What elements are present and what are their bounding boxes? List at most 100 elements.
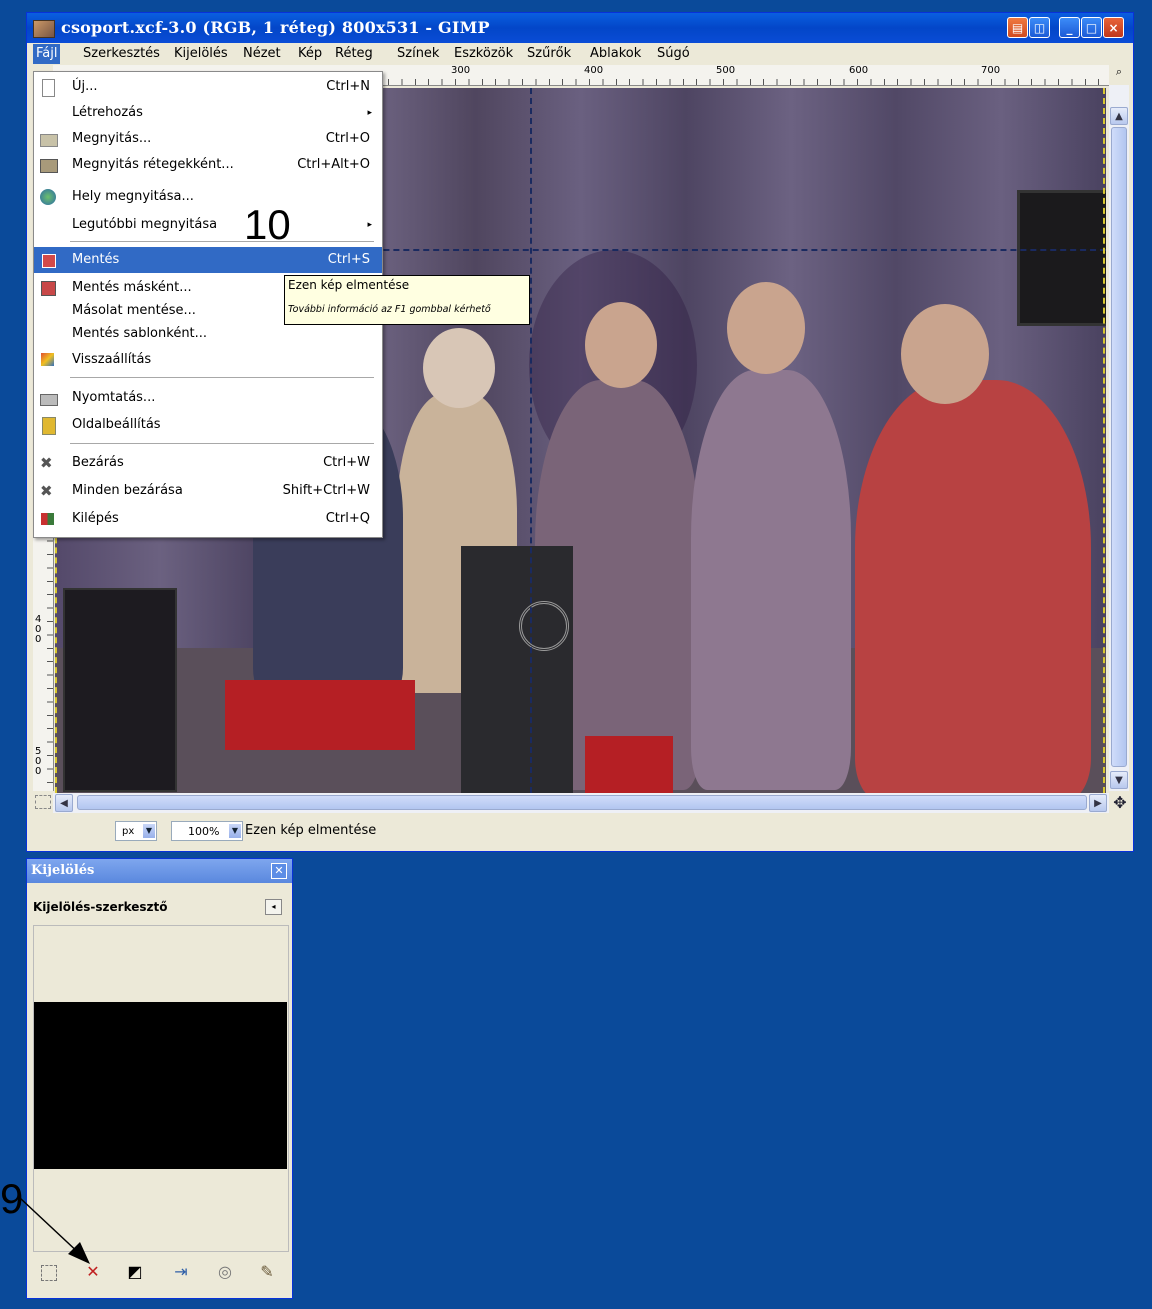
- menu-separator: [70, 377, 374, 378]
- menu-item-label: Visszaállítás: [72, 352, 152, 367]
- zoom-corner-icon[interactable]: ⌕: [1109, 65, 1129, 85]
- invert-selection-icon[interactable]: ◩: [123, 1261, 147, 1283]
- menu-item-new[interactable]: Új... Ctrl+N: [34, 74, 382, 100]
- ruler-label: 600: [849, 65, 869, 76]
- menu-item-label: Minden bezárása: [72, 483, 183, 498]
- menu-item-shortcut: Ctrl+W: [323, 455, 370, 470]
- tooltip-title: Ezen kép elmentése: [288, 278, 410, 292]
- unit-value: px: [122, 826, 135, 837]
- window-title: csoport.xcf-3.0 (RGB, 1 réteg) 800x531 -…: [61, 18, 490, 37]
- menu-filters[interactable]: Szűrők: [527, 46, 571, 61]
- close-button[interactable]: ×: [1103, 17, 1124, 38]
- menu-image[interactable]: Kép: [298, 46, 322, 61]
- minimize-button[interactable]: _: [1059, 17, 1080, 38]
- scroll-left-icon[interactable]: ◀: [55, 794, 73, 812]
- person-2-head: [585, 302, 657, 388]
- close-all-icon: ✖: [40, 482, 53, 500]
- menubar: Fájl Szerkesztés Kijelölés Nézet Kép Rét…: [27, 43, 1133, 65]
- menu-item-print[interactable]: Nyomtatás...: [34, 385, 382, 411]
- annotation-arrow: [19, 1197, 90, 1264]
- menu-item-shortcut: Shift+Ctrl+W: [282, 483, 370, 498]
- menu-item-label: Mentés sablonként...: [72, 326, 208, 341]
- menu-item-label: Új...: [72, 79, 98, 94]
- selection-to-path-icon[interactable]: ⇥: [169, 1261, 193, 1283]
- red-chair: [585, 736, 673, 793]
- menu-item-open-location[interactable]: Hely megnyitása...: [34, 184, 382, 210]
- menu-item-page-setup[interactable]: Oldalbeállítás: [34, 412, 382, 438]
- save-icon: [42, 254, 56, 268]
- page-setup-icon: [42, 417, 56, 435]
- menu-item-label: Nyomtatás...: [72, 390, 156, 405]
- menu-file[interactable]: Fájl: [33, 44, 61, 64]
- window-titlebar[interactable]: csoport.xcf-3.0 (RGB, 1 réteg) 800x531 -…: [27, 13, 1133, 43]
- status-message: Ezen kép elmentése: [245, 823, 377, 838]
- person-1-head: [423, 328, 495, 408]
- menu-item-shortcut: Ctrl+O: [325, 131, 370, 146]
- zoom-select[interactable]: 100% ▼: [171, 821, 243, 841]
- ruler-label: 500: [716, 65, 736, 76]
- menu-layer[interactable]: Réteg: [335, 46, 373, 61]
- fan-grill: [519, 601, 569, 651]
- menu-item-label: Oldalbeállítás: [72, 417, 161, 432]
- open-layers-icon: [40, 159, 58, 173]
- paint-selection-icon[interactable]: ✎: [255, 1261, 279, 1283]
- chevron-down-icon: ▼: [143, 824, 155, 838]
- dock-title: Kijelölés: [31, 863, 95, 878]
- dock-titlebar[interactable]: Kijelölés ✕: [27, 859, 292, 883]
- submenu-arrow-icon: ▸: [367, 220, 372, 230]
- quit-icon: [41, 513, 54, 525]
- scroll-right-icon[interactable]: ▶: [1089, 794, 1107, 812]
- new-file-icon: [42, 79, 55, 97]
- close-icon[interactable]: ✕: [271, 863, 287, 879]
- hscroll-thumb[interactable]: [77, 795, 1087, 810]
- submenu-arrow-icon: ▸: [367, 108, 372, 118]
- menu-item-close[interactable]: ✖ Bezárás Ctrl+W: [34, 450, 382, 476]
- horizontal-scrollbar[interactable]: ◀ ▶: [53, 793, 1109, 813]
- step-number-annotation: 10: [244, 201, 291, 248]
- menu-item-recent[interactable]: Legutóbbi megnyitása ▸: [34, 212, 382, 238]
- restore-icon[interactable]: ◫: [1029, 17, 1050, 38]
- menu-item-open[interactable]: Megnyitás... Ctrl+O: [34, 126, 382, 152]
- person-4-head: [901, 304, 989, 404]
- menu-item-label: Megnyitás rétegekként...: [72, 157, 234, 172]
- menu-item-revert[interactable]: Visszaállítás: [34, 347, 382, 373]
- guide-vertical: [530, 88, 532, 793]
- menu-windows[interactable]: Ablakok: [590, 46, 641, 61]
- scroll-down-icon[interactable]: ▼: [1110, 771, 1128, 789]
- tv-set: [1017, 190, 1106, 326]
- menu-item-close-all[interactable]: ✖ Minden bezárása Shift+Ctrl+W: [34, 478, 382, 504]
- menu-item-open-as-layers[interactable]: Megnyitás rétegekként... Ctrl+Alt+O: [34, 152, 382, 178]
- menu-select[interactable]: Kijelölés: [174, 46, 228, 61]
- tab-menu-icon[interactable]: ◂: [265, 899, 282, 915]
- vertical-scrollbar[interactable]: ▲ ▼: [1109, 85, 1129, 791]
- scroll-up-icon[interactable]: ▲: [1110, 107, 1128, 125]
- unit-select[interactable]: px ▼: [115, 821, 157, 841]
- person-4: [855, 380, 1091, 793]
- statusbar: px ▼ 100% ▼ Ezen kép elmentése: [27, 813, 1131, 849]
- quick-mask-icon[interactable]: [35, 795, 51, 809]
- dock-subtitle: Kijelölés-szerkesztő: [33, 900, 168, 914]
- open-folder-icon: [40, 134, 58, 147]
- menu-colors[interactable]: Színek: [397, 46, 439, 61]
- menu-item-label: Kilépés: [72, 511, 119, 526]
- menu-item-label: Létrehozás: [72, 105, 143, 120]
- revert-icon: [41, 353, 54, 366]
- menu-item-save[interactable]: Mentés Ctrl+S: [34, 247, 382, 273]
- menu-item-shortcut: Ctrl+N: [326, 79, 370, 94]
- menu-tools[interactable]: Eszközök: [454, 46, 513, 61]
- person-3: [691, 370, 851, 790]
- menu-item-quit[interactable]: Kilépés Ctrl+Q: [34, 506, 382, 532]
- gimp-app-icon: [33, 20, 55, 38]
- print-icon: [40, 394, 58, 406]
- menu-help[interactable]: Súgó: [657, 46, 690, 61]
- menu-view[interactable]: Nézet: [243, 46, 281, 61]
- desktop: csoport.xcf-3.0 (RGB, 1 réteg) 800x531 -…: [0, 0, 1152, 1309]
- layout-icon[interactable]: ▤: [1007, 17, 1028, 38]
- vscroll-thumb[interactable]: [1111, 127, 1127, 767]
- menu-item-create[interactable]: Létrehozás ▸: [34, 100, 382, 126]
- maximize-button[interactable]: □: [1081, 17, 1102, 38]
- stroke-selection-icon[interactable]: ◎: [213, 1261, 237, 1283]
- monitor: [63, 588, 177, 792]
- navigate-icon[interactable]: ✥: [1111, 793, 1129, 813]
- menu-edit[interactable]: Szerkesztés: [83, 46, 160, 61]
